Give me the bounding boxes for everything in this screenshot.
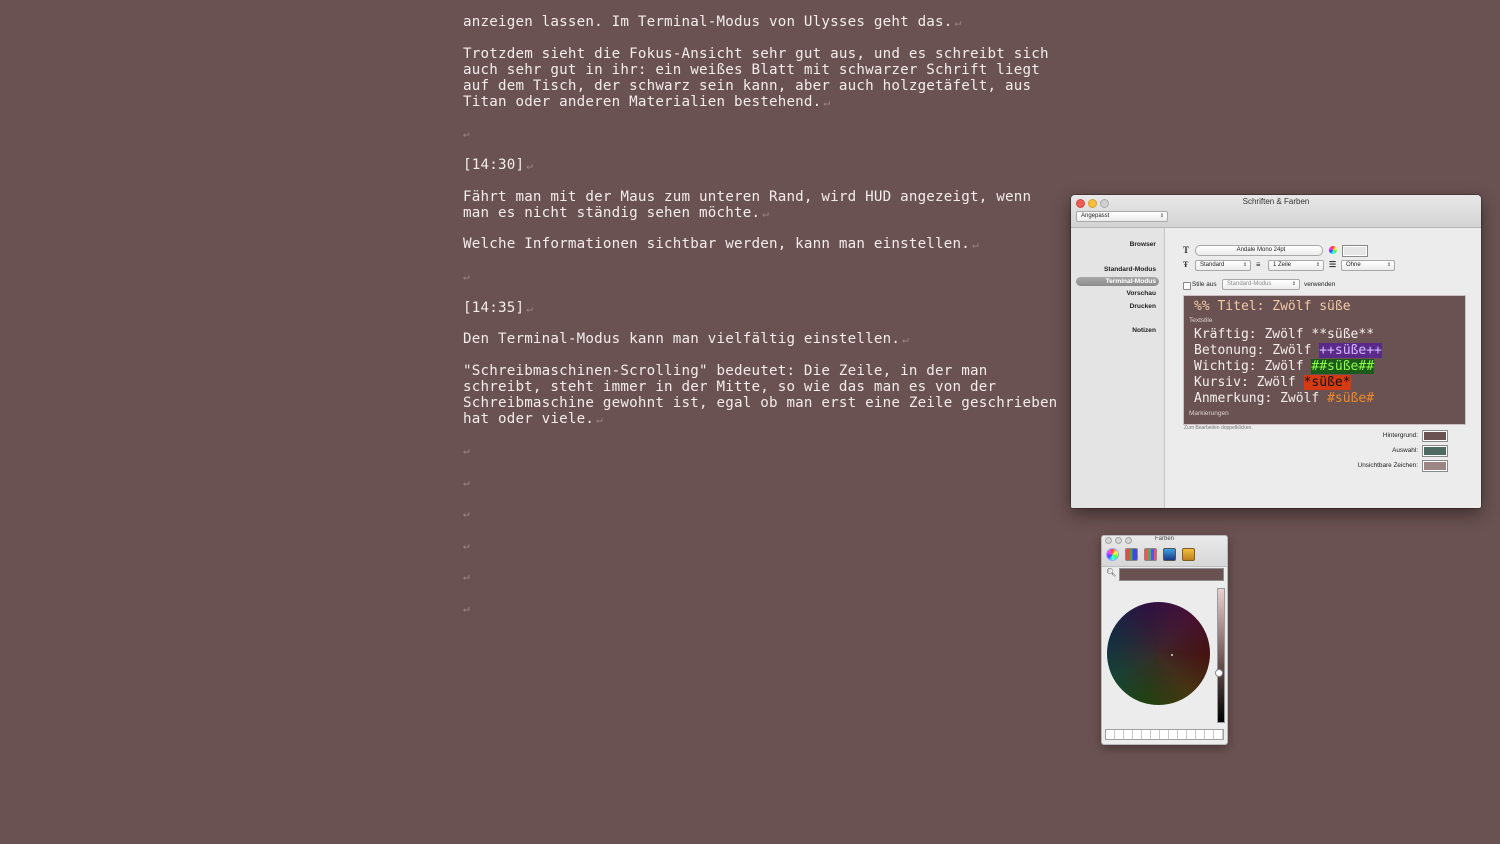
preview-wichtig-line: Wichtig: Zwölf ##süße## xyxy=(1194,359,1375,374)
brightness-slider-knob[interactable] xyxy=(1215,669,1223,677)
indent-popup-value: Ohne xyxy=(1346,262,1361,268)
text-line: man es nicht ständig sehen möchte. ↵ xyxy=(463,205,770,221)
sidebar-item-terminal-modus[interactable]: Terminal-Modus xyxy=(1076,277,1159,286)
empty-line: ↵ xyxy=(463,602,470,615)
color-wheel[interactable] xyxy=(1107,602,1210,705)
selection-color-fill xyxy=(1424,447,1446,455)
empty-line: ↵ xyxy=(463,127,470,140)
theme-popup-value: Angepasst xyxy=(1081,213,1110,219)
styles-from-popup-value: Standard-Modus xyxy=(1227,281,1272,287)
updown-arrow-icon: ⇕ xyxy=(1315,262,1320,268)
background-color-fill xyxy=(1424,432,1446,440)
empty-line: ↵ xyxy=(463,507,470,520)
line-spacing-icon: ≡ xyxy=(1256,260,1261,269)
style-preview[interactable]: %% Titel: Zwölf süße Textstile Kräftig: … xyxy=(1183,295,1466,425)
empty-line: ↵ xyxy=(463,539,470,552)
magnifier-icon[interactable]: 🔍︎ xyxy=(1106,568,1116,577)
prefs-sidebar: Browser Standard-Modus Terminal-Modus Vo… xyxy=(1071,228,1165,508)
timestamp-line: [14:30] ↵ xyxy=(463,157,534,173)
window-title: Schriften & Farben xyxy=(1242,197,1310,206)
styles-from-checkbox[interactable] xyxy=(1183,282,1191,290)
invisible-color-fill xyxy=(1424,462,1446,470)
preview-section-textstile: Textstile xyxy=(1189,317,1213,324)
empty-line: ↵ xyxy=(463,444,470,457)
line-spacing-popup[interactable]: 1 Zeile ⇕ xyxy=(1268,260,1324,271)
sidebar-item-browser[interactable]: Browser xyxy=(1130,241,1156,248)
color-wheel-mode-icon[interactable] xyxy=(1106,548,1119,561)
invisible-chars-label: Unsichtbare Zeichen: xyxy=(1357,462,1418,469)
text-line: Schreibmaschine gewohnt ist, egal ob man… xyxy=(463,395,1058,411)
color-panel-toolbar[interactable]: Farben xyxy=(1102,536,1227,567)
style-popup[interactable]: Standard ⇕ xyxy=(1195,260,1251,271)
text-line: schreibt, steht immer in der Mitte, so w… xyxy=(463,379,997,395)
text-line: auch sehr gut in ihr: ein weißes Blatt m… xyxy=(463,62,1040,78)
updown-arrow-icon: ⇕ xyxy=(1242,262,1247,268)
updown-arrow-icon: ⇕ xyxy=(1159,213,1164,219)
theme-popup[interactable]: Angepasst ⇕ xyxy=(1076,211,1168,222)
text-line: Fährt man mit der Maus zum unteren Rand,… xyxy=(463,189,1032,205)
current-color-bar xyxy=(1119,568,1224,581)
color-wheel-icon[interactable] xyxy=(1329,246,1337,254)
empty-line: ↵ xyxy=(463,570,470,583)
selection-color-well[interactable] xyxy=(1422,445,1448,457)
sidebar-item-vorschau[interactable]: Vorschau xyxy=(1126,290,1156,297)
styles-from-label: Stile aus xyxy=(1192,281,1217,288)
crayons-mode-icon[interactable] xyxy=(1182,548,1195,561)
styles-from-popup[interactable]: Standard-Modus ⇕ xyxy=(1222,279,1300,290)
sidebar-item-standard-modus[interactable]: Standard-Modus xyxy=(1104,266,1156,273)
font-button[interactable]: Andale Mono 24pt xyxy=(1195,245,1323,256)
text-line: Welche Informationen sichtbar werden, ka… xyxy=(463,236,979,252)
empty-line: ↵ xyxy=(463,476,470,489)
text-line: hat oder viele. ↵ xyxy=(463,411,603,427)
font-icon: T xyxy=(1183,245,1190,255)
preview-kursiv-line: Kursiv: Zwölf *süße* xyxy=(1194,375,1351,390)
color-swatches-row[interactable] xyxy=(1105,729,1224,740)
updown-arrow-icon: ⇕ xyxy=(1291,281,1296,287)
preview-anmerkung-line: Anmerkung: Zwölf #süße# xyxy=(1194,391,1375,406)
brightness-slider[interactable] xyxy=(1217,588,1225,723)
preview-title-line: %% Titel: Zwölf süße xyxy=(1194,299,1351,314)
preview-section-markierungen: Markierungen xyxy=(1189,410,1229,417)
sliders-mode-icon[interactable] xyxy=(1125,548,1138,561)
text-line: Trotzdem sieht die Fokus-Ansicht sehr gu… xyxy=(463,46,1049,62)
image-palettes-mode-icon[interactable] xyxy=(1163,548,1176,561)
background-label: Hintergrund: xyxy=(1382,432,1418,439)
background-color-well[interactable] xyxy=(1422,430,1448,442)
timestamp-line: [14:35] ↵ xyxy=(463,300,534,316)
text-line: "Schreibmaschinen-Scrolling" bedeutet: D… xyxy=(463,363,988,379)
use-label: verwenden xyxy=(1304,281,1336,288)
line-popup-value: 1 Zeile xyxy=(1273,262,1292,268)
empty-line: ↵ xyxy=(463,270,470,283)
color-panel-title: Farben xyxy=(1154,536,1174,542)
edit-hint: Zum Bearbeiten doppelklicken. xyxy=(1184,425,1253,431)
text-style-icon: Ŧ xyxy=(1183,260,1189,269)
preview-kraeftig-line: Kräftig: Zwölf **süße** xyxy=(1194,327,1375,342)
sidebar-item-drucken[interactable]: Drucken xyxy=(1130,303,1156,310)
text-line: auf dem Tisch, der schwarz sein kann, ab… xyxy=(463,78,1032,94)
fonts-colors-window: Schriften & Farben Angepasst ⇕ Browser S… xyxy=(1071,195,1481,508)
text-line: Den Terminal-Modus kann man vielfältig e… xyxy=(463,331,909,347)
style-popup-value: Standard xyxy=(1200,262,1225,268)
indent-popup[interactable]: Ohne ⇕ xyxy=(1341,260,1395,271)
text-color-well[interactable] xyxy=(1342,245,1368,257)
text-line: Titan oder anderen Materialien bestehend… xyxy=(463,94,831,110)
invisible-chars-color-well[interactable] xyxy=(1422,460,1448,472)
sidebar-item-notizen[interactable]: Notizen xyxy=(1132,327,1156,334)
color-panel: Farben 🔍︎ xyxy=(1101,535,1228,745)
selection-label: Auswahl: xyxy=(1392,447,1418,454)
editor-text-area[interactable]: anzeigen lassen. Im Terminal-Modus von U… xyxy=(463,0,1063,844)
window-titlebar[interactable]: Schriften & Farben Angepasst ⇕ xyxy=(1071,195,1481,228)
preview-betonung-line: Betonung: Zwölf ++süße++ xyxy=(1194,343,1382,358)
text-line: anzeigen lassen. Im Terminal-Modus von U… xyxy=(463,14,962,30)
indent-icon: ☰ xyxy=(1329,260,1337,269)
updown-arrow-icon: ⇕ xyxy=(1386,262,1391,268)
palettes-mode-icon[interactable] xyxy=(1144,548,1157,561)
font-button-label: Andale Mono 24pt xyxy=(1236,247,1286,253)
color-picker-cursor xyxy=(1171,654,1173,656)
